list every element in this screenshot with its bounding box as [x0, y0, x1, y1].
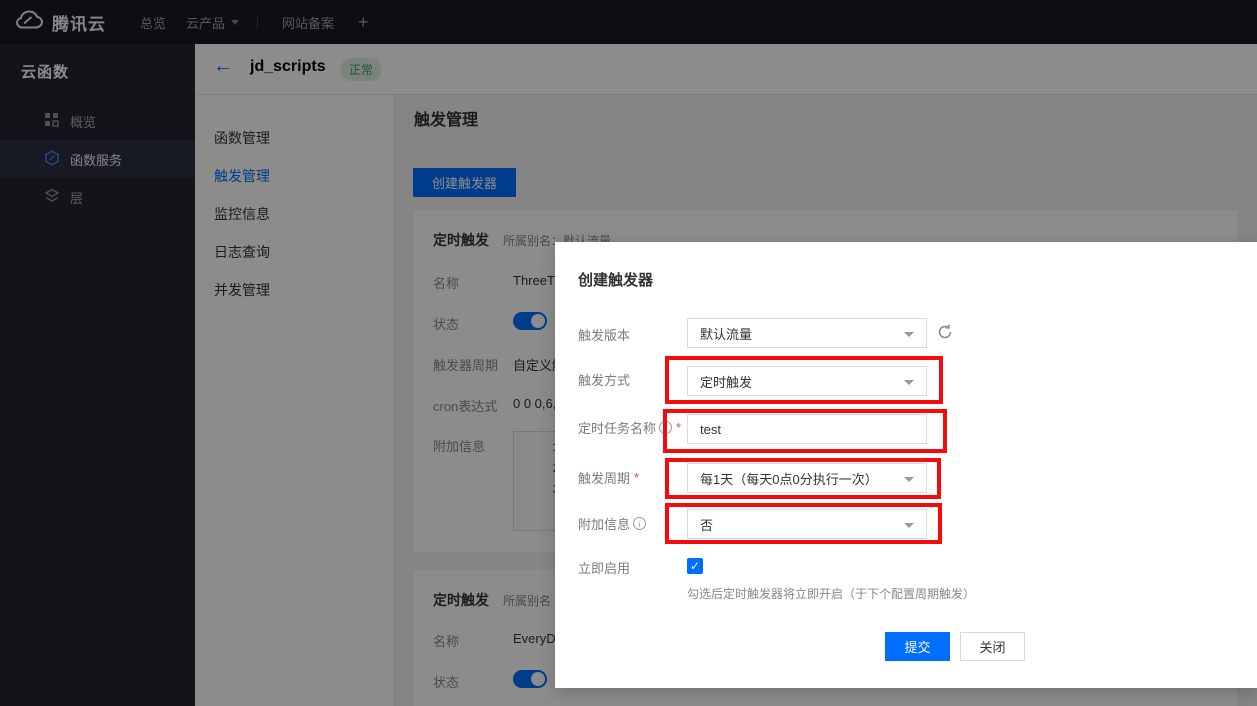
task-name-input[interactable]: test: [687, 414, 927, 444]
field-label-trigger-version: 触发版本: [578, 325, 630, 344]
trigger-version-select[interactable]: 默认流量: [687, 318, 927, 348]
field-label-extra-info: 附加信息 i: [578, 514, 646, 533]
field-label-trigger-method: 触发方式: [578, 370, 630, 389]
field-label-trigger-period: 触发周期 *: [578, 468, 639, 487]
create-trigger-dialog: 创建触发器 触发版本 默认流量 触发方式 定时触发 定时任务名称 i * tes…: [555, 242, 1257, 688]
enable-now-checkbox[interactable]: ✓: [687, 558, 703, 574]
dialog-title: 创建触发器: [578, 269, 653, 290]
refresh-icon[interactable]: [936, 323, 954, 341]
enable-now-helper-text: 勾选后定时触发器将立即开启（于下个配置周期触发）: [687, 585, 975, 602]
info-icon: i: [659, 421, 672, 434]
check-icon: ✓: [690, 559, 700, 573]
submit-button[interactable]: 提交: [885, 632, 950, 661]
chevron-down-icon: [904, 523, 914, 528]
required-asterisk: *: [676, 420, 681, 435]
trigger-method-select[interactable]: 定时触发: [687, 366, 927, 396]
trigger-period-select[interactable]: 每1天（每天0点0分执行一次）: [687, 463, 927, 493]
extra-info-select[interactable]: 否: [687, 509, 927, 539]
required-asterisk: *: [634, 470, 639, 485]
chevron-down-icon: [904, 380, 914, 385]
chevron-down-icon: [904, 477, 914, 482]
field-label-enable-now: 立即启用: [578, 558, 630, 577]
app-root: 腾讯云 总览 云产品 网站备案 + 云函数: [0, 0, 1257, 706]
info-icon: i: [633, 517, 646, 530]
close-button[interactable]: 关闭: [960, 632, 1025, 661]
field-label-task-name: 定时任务名称 i *: [578, 418, 681, 437]
chevron-down-icon: [904, 332, 914, 337]
